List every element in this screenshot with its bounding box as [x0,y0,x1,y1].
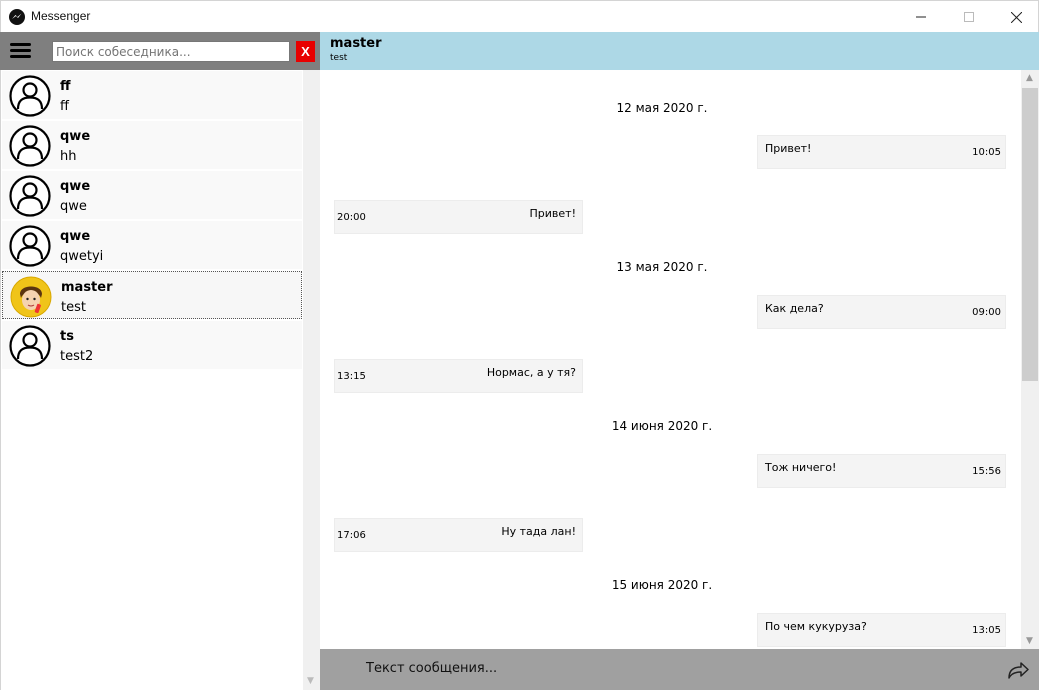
date-separator: 14 июня 2020 г. [611,419,713,433]
avatar [10,276,52,318]
contact-name: master [61,280,113,295]
maximize-button[interactable] [946,1,992,33]
default-user-icon [9,225,51,267]
contact-last-message: qwetyi [60,249,104,264]
maximize-icon [964,12,974,22]
message-bubble-outgoing[interactable]: Тож ничего! 15:56 [757,454,1006,488]
message-text: Ну тада лан! [501,525,576,538]
contact-item[interactable]: qwe qwe [2,171,302,219]
message-bubble-outgoing[interactable]: Как дела? 09:00 [757,295,1006,329]
clear-search-button[interactable]: X [296,41,315,62]
message-time: 13:05 [972,625,1001,636]
message-text: Тож ничего! [765,461,837,474]
send-icon[interactable] [1006,658,1030,682]
contact-last-message: ff [60,99,69,114]
message-text: Привет! [529,207,576,220]
message-bubble-incoming[interactable]: Нормас, а у тя? 13:15 [334,359,583,393]
default-user-icon [9,325,51,367]
message-time: 20:00 [337,212,366,223]
message-bubble-incoming[interactable]: Привет! 20:00 [334,200,583,234]
contact-name: ff [60,79,71,94]
contact-item[interactable]: qwe hh [2,121,302,169]
date-separator: 12 мая 2020 г. [616,101,708,115]
contact-item-selected[interactable]: master test [2,271,302,319]
scroll-down-icon[interactable]: ▼ [1026,636,1033,646]
message-time: 13:15 [337,371,366,382]
chat-title: master [330,36,382,51]
message-bubble-incoming[interactable]: Ну тада лан! 17:06 [334,518,583,552]
date-separator: 15 июня 2020 г. [611,578,713,592]
default-user-icon [9,125,51,167]
window-title: Messenger [31,9,91,23]
message-text: Нормас, а у тя? [486,366,576,379]
contact-last-message: test [61,300,86,315]
message-text: По чем кукуруза? [765,620,867,633]
message-time: 09:00 [972,307,1001,318]
minimize-button[interactable] [898,1,944,33]
message-time: 15:56 [972,466,1001,477]
contact-name: qwe [60,229,91,244]
messenger-icon [9,9,25,25]
message-input[interactable]: Текст сообщения... [366,661,497,676]
message-text: Как дела? [765,302,824,315]
contact-list: ff ff qwe hh qwe qwe qwe qwetyi master t… [0,70,303,690]
chat-header: master test [320,32,1039,70]
contact-last-message: test2 [60,349,94,364]
default-user-icon [9,75,51,117]
contact-name: qwe [60,129,91,144]
contact-search-input[interactable] [52,41,290,62]
contact-last-message: qwe [60,199,87,214]
message-text: Привет! [765,142,812,155]
chat-scrollbar[interactable]: ▲ ▼ [1021,70,1039,649]
close-button[interactable] [993,1,1039,33]
chat-subtitle: test [330,53,348,63]
contact-item[interactable]: ts test2 [2,321,302,369]
contact-name: ts [60,329,74,344]
hamburger-menu-icon[interactable] [10,42,32,60]
contact-item[interactable]: qwe qwetyi [2,221,302,269]
contact-name: qwe [60,179,91,194]
title-bar: Messenger [0,0,1039,32]
message-time: 17:06 [337,530,366,541]
contacts-toolbar: X [0,32,320,70]
contact-item[interactable]: ff ff [2,71,302,119]
contact-last-message: hh [60,149,77,164]
default-user-icon [9,175,51,217]
scroll-down-icon[interactable]: ▼ [307,676,314,686]
message-bubble-outgoing[interactable]: По чем кукуруза? 13:05 [757,613,1006,647]
scroll-up-icon[interactable]: ▲ [1026,73,1033,83]
message-time: 10:05 [972,147,1001,158]
date-separator: 13 мая 2020 г. [616,260,708,274]
contacts-scrollbar[interactable]: ▼ [303,70,320,690]
close-icon [1010,11,1022,23]
message-bubble-outgoing[interactable]: Привет! 10:05 [757,135,1006,169]
message-list: 12 мая 2020 г. Привет! 10:05 Привет! 20:… [320,70,1021,649]
message-composer: Текст сообщения... [320,649,1039,690]
scrollbar-thumb[interactable] [1022,88,1038,381]
minimize-icon [916,16,926,18]
